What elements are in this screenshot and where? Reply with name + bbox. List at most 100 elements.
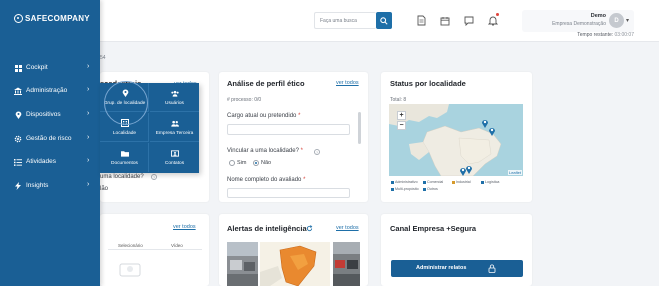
sidebar-item-administracao[interactable]: Administração › <box>0 84 100 98</box>
card-title: Análise de perfil ético <box>227 79 305 88</box>
administrar-relatos-button[interactable]: Administrar relatos <box>391 260 523 277</box>
radio-nao[interactable] <box>253 160 259 166</box>
chevron-right-icon: › <box>87 110 90 117</box>
folder-icon <box>121 149 129 157</box>
zoom-in-button[interactable]: + <box>397 111 406 120</box>
ver-todos-link[interactable]: ver todos <box>336 225 359 231</box>
card-title: Status por localidade <box>390 79 466 88</box>
total-count: Total: 8 <box>390 97 407 103</box>
empty-state-icon <box>119 263 141 277</box>
column-header: Vídeo <box>171 243 183 248</box>
bolt-icon <box>14 182 22 190</box>
ver-todos-link[interactable]: ver todos <box>336 80 359 86</box>
logo-mark-icon <box>14 14 23 23</box>
radio-nao-label: Não <box>261 160 272 166</box>
help-icon[interactable]: ? <box>151 174 157 180</box>
user-company: Empresa Demonstração <box>552 21 606 27</box>
map-attribution[interactable]: Leaflet <box>507 170 522 175</box>
chat-icon[interactable] <box>463 14 475 27</box>
chevron-down-icon[interactable]: ▾ <box>626 17 629 24</box>
notification-dot <box>496 13 499 16</box>
vincular-label: Vincular a uma localidade? * <box>227 148 303 154</box>
sidebar-item-cockpit[interactable]: Cockpit › <box>0 61 100 75</box>
card-perfil-etico: Análise de perfil ético ver todos # proc… <box>219 72 368 202</box>
flyout-item-label: Documentos <box>111 161 138 166</box>
legend-item: Industrial <box>452 180 471 184</box>
processo-counter: # processo: 0/0 <box>227 97 262 103</box>
nome-label: Nome completo do avaliado * <box>227 177 306 183</box>
alert-thumbnail[interactable] <box>227 242 258 286</box>
flyout-item-label: Usuários <box>165 101 184 106</box>
chevron-right-icon: › <box>87 63 90 70</box>
search-button[interactable] <box>376 12 392 29</box>
flyout-item-label: Empresa Terceira <box>155 131 194 136</box>
search-icon <box>380 16 388 25</box>
flyout-item-label: Contatos <box>164 161 185 166</box>
user-name: Demo <box>590 13 606 19</box>
grid-icon <box>14 64 22 72</box>
calendar-icon[interactable] <box>439 14 451 27</box>
question-label: uma localidade? <box>100 174 144 180</box>
avatar[interactable]: D <box>609 13 624 28</box>
sidebar: SAFECOMPANY Cockpit › Administração › Di… <box>0 0 100 286</box>
map-marker-icon[interactable] <box>459 166 467 176</box>
column-header: Selecionário <box>118 243 143 248</box>
refresh-icon[interactable] <box>306 225 313 232</box>
location-pin-icon <box>14 111 22 119</box>
document-icon[interactable] <box>415 14 427 27</box>
list-icon <box>14 158 22 166</box>
flyout-item-empresa-terceira[interactable]: Empresa Terceira <box>150 113 199 142</box>
sidebar-item-label: Cockpit <box>26 64 48 71</box>
ver-todos-link[interactable]: ver todos <box>173 224 196 230</box>
user-menu[interactable]: Demo Empresa Demonstração D ▾ <box>522 10 634 32</box>
button-label: Administrar relatos <box>416 265 467 271</box>
flyout-item-contatos[interactable]: Contatos <box>150 143 199 172</box>
sidebar-item-label: Gestão de risco <box>26 135 72 142</box>
contact-card-icon <box>171 149 179 157</box>
users-icon <box>171 89 179 97</box>
radio-sim-label: Sim <box>237 160 247 166</box>
page-subheader: 54 <box>100 55 106 61</box>
user-group-icon <box>171 119 179 127</box>
sidebar-item-label: Insights <box>26 182 49 189</box>
logo[interactable]: SAFECOMPANY <box>14 14 90 23</box>
alert-thumbnail[interactable] <box>333 242 360 286</box>
legend-item: Multi-propósito <box>391 187 419 191</box>
card-left-bottom: ver todos Selecionário Vídeo <box>100 214 209 286</box>
legend-item: Administrativo <box>391 180 418 184</box>
search-input[interactable]: Faça uma busca <box>314 12 376 29</box>
nome-input[interactable] <box>227 188 350 198</box>
sidebar-item-atividades[interactable]: Atividades › <box>0 155 100 169</box>
sidebar-item-insights[interactable]: Insights › <box>0 179 100 193</box>
sidebar-item-gestao-de-risco[interactable]: Gestão de risco › <box>0 132 100 146</box>
card-title: Canal Empresa +Segura <box>390 224 477 233</box>
divider <box>108 249 202 250</box>
zoom-out-button[interactable]: − <box>397 121 406 130</box>
legend-item: Outros <box>423 187 438 191</box>
lock-icon <box>488 264 496 273</box>
flyout-item-label: Localidade <box>112 131 137 136</box>
map-marker-icon[interactable] <box>488 126 496 136</box>
chevron-right-icon: › <box>87 134 90 141</box>
sidebar-item-label: Atividades <box>26 158 56 165</box>
card-title: Alertas de inteligência <box>227 224 307 233</box>
location-map[interactable]: Leaflet <box>389 104 523 176</box>
card-alertas: Alertas de inteligência ver todos <box>219 214 368 286</box>
sidebar-item-label: Administração <box>26 87 68 94</box>
help-icon[interactable]: ? <box>314 149 320 155</box>
sidebar-item-dispositivos[interactable]: Dispositivos › <box>0 108 100 122</box>
radio-sim[interactable] <box>229 160 235 166</box>
scrollbar[interactable] <box>358 112 361 144</box>
chevron-right-icon: › <box>87 86 90 93</box>
answer-label: lão <box>100 186 109 192</box>
cargo-input[interactable] <box>227 124 350 135</box>
alert-map[interactable] <box>260 242 330 286</box>
flyout-item-usuarios[interactable]: Usuários <box>150 83 199 112</box>
bank-icon <box>14 87 22 95</box>
session-timer: Tempo restante: 03:00:07 <box>577 32 634 38</box>
gear-icon <box>14 135 22 143</box>
chevron-right-icon: › <box>87 181 90 188</box>
legend-item: Comercial <box>423 180 443 184</box>
cargo-label: Cargo atual ou pretendido * <box>227 113 301 119</box>
flyout-item-documentos[interactable]: Documentos <box>100 143 149 172</box>
